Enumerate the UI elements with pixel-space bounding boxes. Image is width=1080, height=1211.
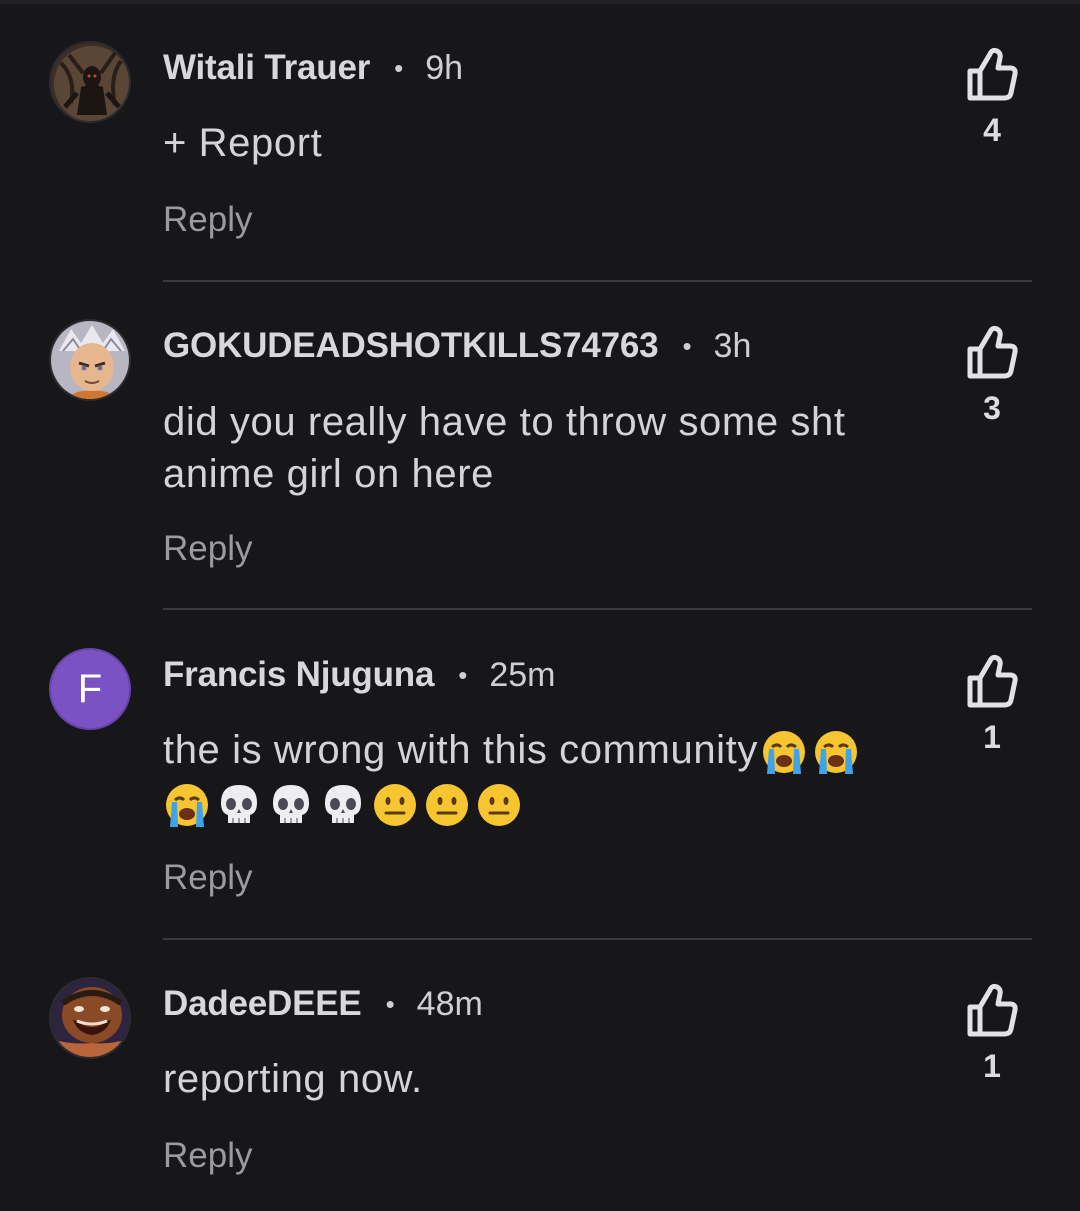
like-count: 1: [983, 719, 1001, 755]
separator-dot: •: [458, 659, 468, 690]
comment-meta: DadeeDEEE • 48m: [163, 976, 483, 1032]
comment-body: reporting now.: [163, 1057, 423, 1101]
thumbs-up-icon[interactable]: [960, 653, 1024, 709]
timestamp: 25m: [489, 655, 556, 694]
comment-body: did you really have to throw some sht an…: [163, 400, 846, 496]
divider: [163, 938, 1032, 940]
author-name[interactable]: Francis Njuguna: [163, 655, 434, 695]
avatar-letter: F: [77, 666, 103, 711]
avatar[interactable]: F: [49, 648, 131, 730]
reply-button[interactable]: Reply: [163, 858, 252, 898]
thumbs-up-icon[interactable]: [960, 324, 1024, 380]
thumbs-up-icon[interactable]: [960, 982, 1024, 1038]
comment-body: the is wrong with this community: [163, 724, 933, 829]
reply-button[interactable]: Reply: [163, 200, 252, 240]
skull-icon: [273, 784, 309, 823]
comment-meta: Francis Njuguna • 25m: [163, 647, 555, 703]
author-name[interactable]: DadeeDEEE: [163, 984, 362, 1024]
like-control: 4: [960, 46, 1024, 149]
like-count: 1: [983, 1048, 1001, 1084]
comment-meta: GOKUDEADSHOTKILLS74763 • 3h: [163, 318, 751, 374]
separator-dot: •: [394, 52, 404, 83]
reply-button[interactable]: Reply: [163, 529, 252, 569]
like-count: 4: [983, 112, 1001, 148]
like-control: 3: [960, 324, 1024, 427]
comment-text: the is wrong with this community: [163, 728, 758, 772]
author-name[interactable]: GOKUDEADSHOTKILLS74763: [163, 326, 659, 366]
timestamp: 48m: [416, 984, 483, 1023]
divider: [163, 608, 1032, 610]
like-control: 1: [960, 982, 1024, 1085]
skull-icon: [325, 784, 361, 823]
author-name[interactable]: Witali Trauer: [163, 48, 370, 88]
like-count: 3: [983, 390, 1001, 426]
avatar[interactable]: [49, 977, 131, 1059]
reply-button[interactable]: Reply: [163, 1136, 252, 1176]
avatar[interactable]: [49, 41, 131, 123]
anime-character-avatar-icon: [51, 321, 129, 399]
neutral-face-icon: [374, 783, 416, 826]
crying-face-icon: [814, 731, 857, 775]
like-control: 1: [960, 653, 1024, 756]
thumbs-up-icon[interactable]: [960, 46, 1024, 102]
timestamp: 9h: [425, 48, 464, 87]
timestamp: 3h: [713, 326, 752, 365]
separator-dot: •: [682, 330, 692, 361]
crying-face-icon: [762, 731, 805, 775]
neutral-face-icon: [478, 783, 520, 826]
avatar[interactable]: [49, 319, 131, 401]
separator-dot: •: [385, 988, 395, 1019]
cartoon-face-avatar-icon: [51, 979, 129, 1057]
top-edge: [0, 0, 1080, 4]
divider: [163, 280, 1032, 282]
dark-creature-avatar-icon: [51, 43, 129, 121]
crying-face-icon: [166, 783, 208, 827]
emoji-row: [163, 781, 527, 829]
skull-icon: [221, 784, 257, 823]
comment-body: + Report: [163, 121, 323, 165]
comment-meta: Witali Trauer • 9h: [163, 40, 463, 96]
neutral-face-icon: [426, 783, 468, 826]
